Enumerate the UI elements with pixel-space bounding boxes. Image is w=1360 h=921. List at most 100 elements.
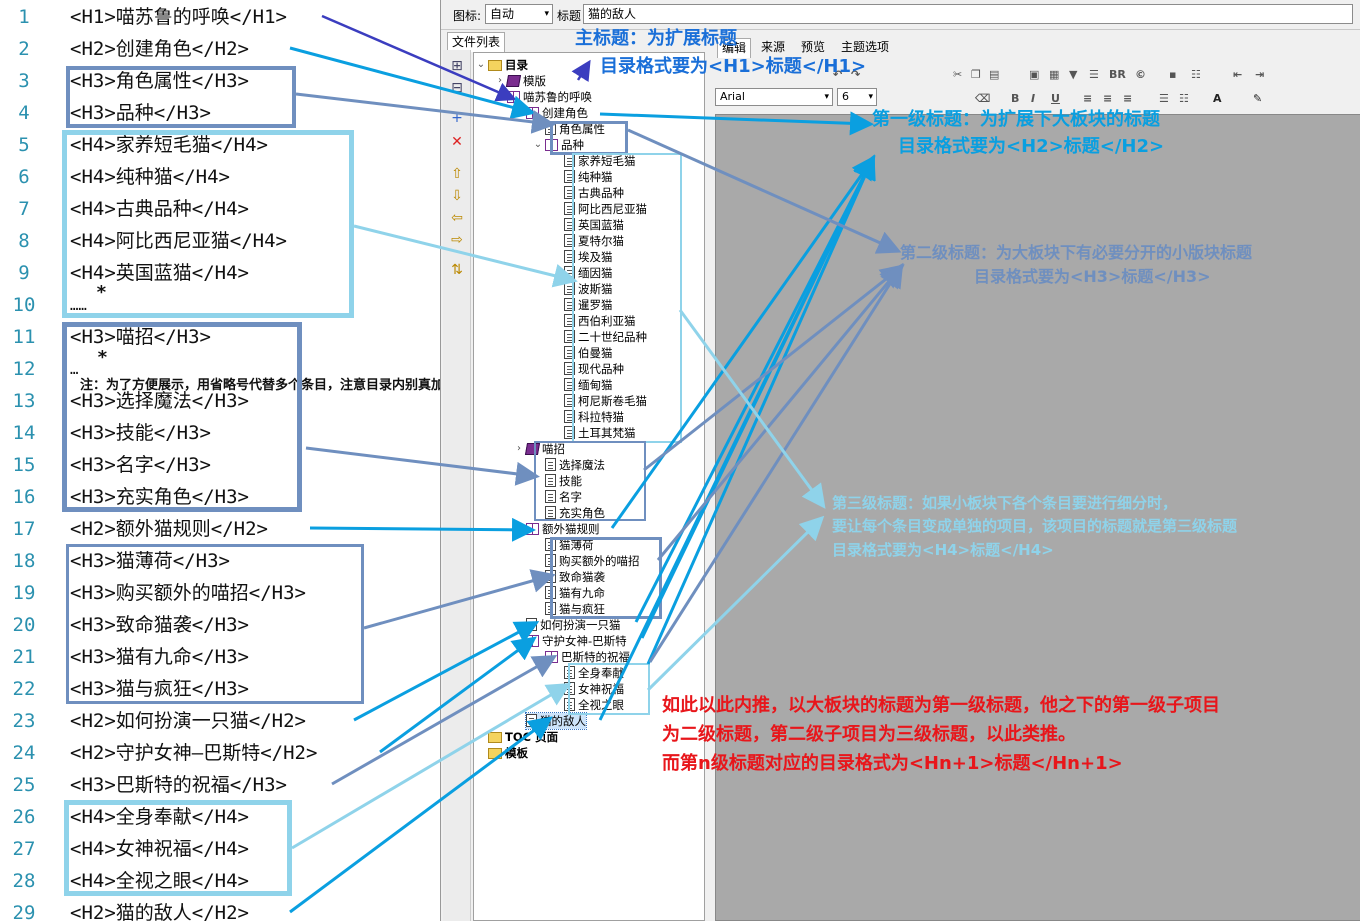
copy-icon[interactable]: ❐ [971,68,981,81]
move-up-icon[interactable]: ⇧ [449,166,465,182]
align-right-icon[interactable]: ≡ [1123,92,1132,105]
toc-item-label: 额外猫规则 [542,522,600,536]
line-number: 16 [12,486,36,508]
toc-tree[interactable]: ⌄ 目录 › 模版 ⌄ 喵苏鲁的呼唤 ⌄ 创建角色 角色属性 ⌄ 品种 家养短毛猫 纯种猫 古典品种 阿比西… [473,52,705,921]
highlight-icon[interactable]: ✎ [1253,92,1262,105]
code-line[interactable]: <H2>守护女神—巴斯特</H2> [70,737,317,769]
toc-item[interactable]: 目录 [488,57,528,73]
level3-annotation-line3: 目录格式要为<H4>标题</H4> [832,541,1054,559]
new-topic-icon[interactable]: ⊞ [449,58,465,74]
italic-icon[interactable]: I [1031,92,1035,105]
move-down-icon[interactable]: ⇩ [449,188,465,204]
font-color-icon[interactable]: A [1213,92,1222,105]
font-size-select[interactable]: 6 ▾ [837,88,877,106]
toc-item[interactable]: 创建角色 [526,105,588,121]
vertical-toolbar: ⊞ ⊟ + ✕ ⇧ ⇩ ⇦ ⇨ ⇅ [443,50,471,921]
chevron-down-icon[interactable]: ⌄ [533,649,543,665]
toc-item-label: 创建角色 [542,106,588,120]
chevron-right-icon[interactable]: › [495,73,505,89]
chevron-down-icon[interactable]: ⌄ [533,137,543,153]
code-line[interactable]: <H2>额外猫规则</H2> [70,513,268,545]
table-icon[interactable]: ▦ [1049,68,1059,81]
sort-icon[interactable]: ⇅ [449,262,465,278]
delete-icon[interactable]: ✕ [449,134,465,150]
main-title-annotation-line1: 主标题：为扩展标题 [575,28,737,49]
font-name-select[interactable]: Arial ▾ [715,88,833,106]
code-line[interactable]: <H2>创建角色</H2> [70,33,249,65]
font-size-value: 6 [842,90,849,103]
line-number: 18 [12,550,36,572]
filter-icon[interactable]: ▼ [1069,68,1077,81]
title-input-value: 猫的敌人 [588,7,637,21]
chevron-down-icon[interactable]: ⌄ [476,57,486,73]
folder-icon [488,748,502,759]
level2-annotation-line1: 第二级标题：为大板块下有必要分开的小版块标题 [900,243,1253,262]
line-number: 13 [12,390,36,412]
eraser-icon[interactable]: ⌫ [975,92,991,105]
paste-icon[interactable]: ▤ [989,68,999,81]
tree-group-highlight-box [550,537,662,619]
toc-item[interactable]: 模板 [488,745,528,761]
chevron-down-icon[interactable]: ⌄ [514,633,524,649]
tab-file-list-label: 文件列表 [452,35,501,49]
code-line[interactable]: <H2>猫的敌人</H2> [70,897,249,921]
line-number: 29 [12,902,36,921]
chevron-right-icon[interactable]: › [514,441,524,457]
line-number: 25 [12,774,36,796]
group-highlight-box [66,66,296,128]
icon-label: 图标: [453,9,482,23]
line-number: 7 [18,198,30,220]
image-icon[interactable]: ▣ [1029,68,1039,81]
move-left-icon[interactable]: ⇦ [449,210,465,226]
open-book-icon [526,523,539,535]
chevron-down-icon: ▾ [868,92,873,102]
code-line[interactable]: <H2>如何扮演一只猫</H2> [70,705,306,737]
indent-icon[interactable]: ⇥ [1255,68,1264,81]
summary-annotation-line1: 如此以此内推，以大板块的标题为第一级标题，他之下的第一级子项目 [662,695,1220,716]
cut-icon[interactable]: ✂ [953,68,962,81]
line-number: 21 [12,646,36,668]
code-line[interactable]: <H1>喵苏鲁的呼唤</H1> [70,1,287,33]
line-number: 5 [18,134,30,156]
indent-list-icon[interactable]: ☷ [1191,68,1201,81]
group-highlight-box [66,544,364,704]
toc-item[interactable]: TOC 页面 [488,729,558,745]
toc-item[interactable]: 猫的敌人 [525,712,587,730]
add-icon[interactable]: + [449,110,465,126]
chevron-down-icon[interactable]: ⌄ [495,89,505,105]
code-line[interactable]: <H3>巴斯特的祝福</H3> [70,769,287,801]
title-input[interactable]: 猫的敌人 [583,4,1353,24]
chevron-down-icon: ▾ [824,92,829,102]
copyright-icon[interactable]: © [1135,68,1146,81]
toc-item[interactable]: 喵苏鲁的呼唤 [507,89,592,105]
page-icon [526,714,537,727]
bold-icon[interactable]: B [1011,92,1019,105]
toc-item[interactable]: 模版 [505,73,546,89]
list-icon[interactable]: ☰ [1089,68,1099,81]
chevron-down-icon[interactable]: ⌄ [514,521,524,537]
level3-annotation-line2: 要让每个条目变成单独的项目，该项目的标题就是第三级标题 [832,517,1238,535]
underline-icon[interactable]: U [1051,92,1060,105]
numbered-list-icon[interactable]: ☰ [1159,92,1169,105]
line-number: 17 [12,518,36,540]
toc-item[interactable]: 如何扮演一只猫 [526,617,621,633]
move-right-icon[interactable]: ⇨ [449,232,465,248]
toc-item-label: 巴斯特的祝福 [561,650,630,664]
tab-file-list[interactable]: 文件列表 [447,32,506,52]
bullet-list-icon[interactable]: ☷ [1179,92,1189,105]
toc-item[interactable]: 守护女神-巴斯特 [526,633,627,649]
chevron-down-icon[interactable]: ⌄ [514,105,524,121]
special-char-icon[interactable]: ▪ [1169,68,1176,81]
line-break-icon[interactable]: BR [1109,68,1126,81]
tree-group-highlight-box [568,663,650,715]
level2-annotation-line2: 目录格式要为<H3>标题</H3> [974,267,1211,286]
line-number: 23 [12,710,36,732]
align-center-icon[interactable]: ≡ [1103,92,1112,105]
align-left-icon[interactable]: ≡ [1083,92,1092,105]
tree-group-highlight-box [534,441,646,521]
outdent-icon[interactable]: ⇤ [1233,68,1242,81]
toc-item[interactable]: 额外猫规则 [526,521,600,537]
new-chapter-icon[interactable]: ⊟ [449,80,465,96]
chevron-down-icon: ▾ [544,9,549,19]
icon-select[interactable]: 自动 ▾ [485,4,553,24]
